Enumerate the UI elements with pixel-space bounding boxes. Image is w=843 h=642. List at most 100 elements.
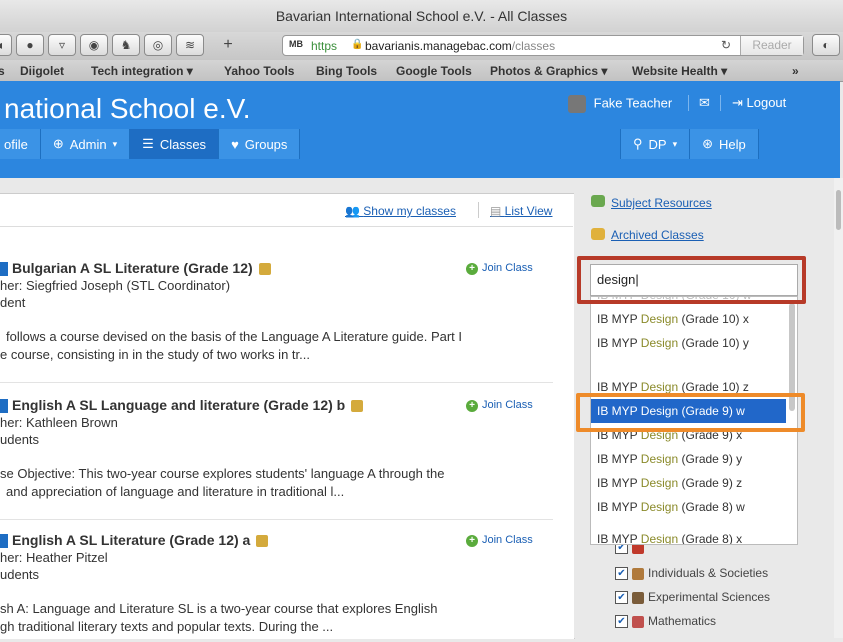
class-badge [0, 399, 8, 413]
join-class-button[interactable]: + Join Class [466, 262, 533, 275]
lock-icon: 🔒 [351, 39, 364, 50]
item-match: Design [640, 476, 679, 490]
dropdown-item[interactable]: IB MYP Design (Grade 10) y [591, 331, 786, 355]
plus-icon: + [466, 400, 478, 412]
item-prefix: IB MYP [597, 452, 641, 466]
key-icon [591, 228, 605, 240]
bookmark-item[interactable]: Photos & Graphics ▾ [490, 64, 607, 78]
ruler-icon [632, 615, 644, 628]
nav-admin[interactable]: ⊕ Admin ▾ [40, 129, 131, 159]
page-scrollbar[interactable] [834, 178, 843, 638]
list-icon: ☰ [142, 136, 154, 151]
bookmark-item[interactable]: s [0, 64, 5, 78]
class-teacher: her: Heather Pitzel [0, 550, 108, 565]
subject-filter: ✔ Experimental Sciences [615, 590, 770, 605]
address-bar[interactable]: MB https 🔒 bavarianis.managebac.com/clas… [282, 35, 804, 56]
item-suffix: (Grade 10) z [678, 380, 749, 394]
item-match: Design [640, 532, 679, 545]
class-badge [0, 262, 8, 276]
class-description-line1: follows a course devised on the basis of… [6, 329, 463, 344]
window-title: Bavarian International School e.V. - All… [275, 8, 568, 24]
list-view-link[interactable]: ▤ List View [490, 204, 552, 218]
item-match: Design [640, 452, 679, 466]
bookmark-item[interactable]: Website Health ▾ [632, 64, 727, 78]
reader-button[interactable]: Reader [740, 36, 803, 55]
bookmark-item[interactable]: Bing Tools [316, 64, 377, 78]
checkbox[interactable]: ✔ [615, 591, 628, 605]
ghost-icon[interactable]: ◎ [144, 34, 172, 56]
evernote-icon[interactable]: ♞ [112, 34, 140, 56]
pocket-icon[interactable]: ▿ [48, 34, 76, 56]
subject-resources-link[interactable]: Subject Resources [611, 196, 712, 210]
logout-icon: ⇥ [732, 95, 747, 110]
item-prefix: IB MYP [597, 336, 641, 350]
item-match: Design [640, 312, 679, 326]
url-host: bavarianis.managebac.com [365, 39, 512, 53]
nav-groups-label: Groups [244, 136, 288, 152]
list-view-icon: ▤ [490, 204, 505, 218]
item-prefix: IB MYP [597, 380, 641, 394]
circle-icon[interactable]: ◉ [80, 34, 108, 56]
nav-classes-label: Classes [159, 136, 207, 152]
program-dropdown[interactable]: ⚲ DP ▾ [620, 129, 691, 159]
item-match: Design [640, 500, 679, 514]
bookmark-item[interactable]: Tech integration ▾ [91, 64, 193, 78]
join-class-button[interactable]: + Join Class [466, 399, 533, 412]
user-menu[interactable]: Fake Teacher [568, 95, 672, 113]
class-item: English A SL Language and literature (Gr… [0, 397, 555, 507]
tree-icon [591, 195, 605, 207]
avatar [568, 95, 586, 113]
class-name[interactable]: English A SL Literature (Grade 12) a [12, 532, 269, 548]
search-icon: ⚲ [633, 136, 643, 151]
checkbox[interactable]: ✔ [615, 615, 628, 629]
nav-profile[interactable]: ofile [0, 129, 41, 159]
layers-icon[interactable]: ≋ [176, 34, 204, 56]
item-prefix: IB MYP [597, 476, 641, 490]
subject-label: Mathematics [648, 614, 717, 628]
bookmark-overflow[interactable]: » [792, 64, 799, 78]
browser-toolbar: ◂ ● ▿ ◉ ♞ ◎ ≋ + MB https 🔒 bavarianis.ma… [0, 32, 843, 60]
nav-classes[interactable]: ☰ Classes [130, 129, 220, 159]
dropdown-item[interactable]: IB MYP Design (Grade 9) y [591, 447, 786, 471]
plus-icon: + [466, 263, 478, 275]
classes-panel: 👥 Show my classes ▤ List View Bulgarian … [0, 193, 575, 639]
class-name[interactable]: English A SL Language and literature (Gr… [12, 397, 364, 413]
add-tab-icon[interactable]: + [216, 34, 240, 56]
dropdown-item[interactable]: IB MYP Design (Grade 10) x [591, 307, 786, 331]
checkbox[interactable]: ✔ [615, 567, 628, 581]
panel-toolbar: 👥 Show my classes ▤ List View [0, 194, 573, 227]
logout-label: Logout [746, 95, 787, 110]
divider [478, 202, 479, 218]
pin-icon[interactable]: ● [16, 34, 44, 56]
class-students: udents [0, 567, 40, 582]
divider [688, 95, 689, 111]
item-match: Design [640, 336, 679, 350]
subject-filter: ✔ Mathematics [615, 614, 717, 629]
item-match: Design [640, 380, 679, 394]
class-name[interactable]: Bulgarian A SL Literature (Grade 12) [12, 260, 271, 276]
join-class-button[interactable]: + Join Class [466, 534, 533, 547]
nav-groups[interactable]: ♥ Groups [219, 129, 301, 159]
show-my-classes-link[interactable]: 👥 Show my classes [345, 204, 456, 218]
logout-link[interactable]: ⇥ Logout [732, 95, 786, 111]
dropdown-item[interactable]: IB MYP Design (Grade 9) z [591, 471, 786, 495]
class-description-line2: e course, consisting in in the study of … [0, 347, 310, 362]
back-button[interactable]: ◂ [0, 34, 12, 56]
divider [720, 95, 721, 111]
scrollbar-thumb[interactable] [836, 190, 841, 230]
class-item: Bulgarian A SL Literature (Grade 12) her… [0, 260, 555, 370]
dropdown-item[interactable]: IB MYP Design (Grade 8) w [591, 495, 786, 519]
help-button[interactable]: ⊛ Help [690, 129, 759, 159]
mail-icon[interactable]: ✉ [699, 95, 710, 111]
item-suffix: (Grade 9) y [678, 452, 743, 466]
reload-icon[interactable]: ↻ [721, 38, 731, 52]
bookmark-item[interactable]: Google Tools [396, 64, 472, 78]
extension-icon[interactable]: ◐ [812, 34, 840, 56]
bookmark-item[interactable]: Diigolet [20, 64, 64, 78]
dropdown-item[interactable]: IB MYP Design (Grade 8) x [591, 527, 786, 545]
join-class-label: Join Class [482, 399, 533, 411]
class-students: udents [0, 432, 40, 447]
class-name-text: English A SL Literature (Grade 12) a [12, 532, 251, 548]
bookmark-item[interactable]: Yahoo Tools [224, 64, 294, 78]
archived-classes-link[interactable]: Archived Classes [611, 228, 704, 242]
